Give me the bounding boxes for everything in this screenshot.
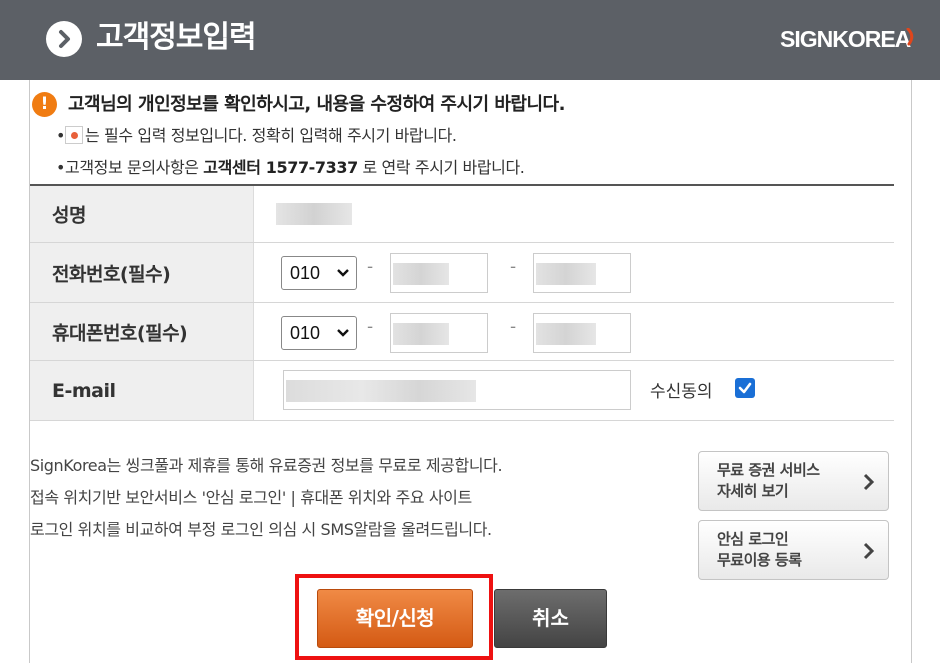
value-cell: 010 - - (254, 243, 894, 302)
customer-info-form: 성명 전화번호(필수) 010 - - 휴대폰번호(필수) 010 - - E-… (30, 184, 894, 421)
notice-heading: 고객님의 개인정보를 확인하시고, 내용을 수정하여 주시기 바랍니다. (68, 94, 565, 115)
free-stock-service-button[interactable]: 무료 증권 서비스 자세히 보기 (698, 451, 889, 511)
email-consent-checkbox[interactable] (735, 378, 755, 398)
phone-last-input[interactable] (533, 253, 631, 293)
notice-contact-info: •고객정보 문의사항은 고객센터 1577-7337 로 연락 주시기 바랍니다… (56, 156, 525, 180)
email-consent-label: 수신동의 (650, 382, 713, 402)
email-input[interactable] (283, 370, 631, 410)
button-label-line: 무료이용 등록 (717, 551, 802, 569)
name-label: 성명 (52, 204, 86, 227)
mobile-dash-2: - (510, 317, 517, 337)
label-cell: 성명 (30, 186, 254, 242)
phone-label: 전화번호(필수) (52, 263, 171, 285)
email-label: E-mail (52, 379, 116, 402)
redacted-value (286, 380, 476, 402)
chevron-down-icon (337, 329, 349, 337)
signkorea-logo: SIGNKOREA (780, 26, 911, 52)
redacted-value (393, 263, 449, 285)
name-value-redacted (276, 203, 352, 225)
info-text-line: SignKorea는 씽크풀과 제휴를 통해 유료증권 정보를 무료로 제공합니… (30, 456, 503, 475)
phone-dash-2: - (510, 257, 517, 277)
info-text-line: 접속 위치기반 보안서비스 '안심 로그인' | 휴대폰 위치와 주요 사이트 (30, 488, 472, 507)
value-cell: 수신동의 (254, 361, 894, 420)
required-mark-icon (65, 126, 84, 144)
secure-login-register-button[interactable]: 안심 로그인 무료이용 등록 (698, 520, 889, 580)
mobile-last-input[interactable] (533, 313, 631, 353)
form-row-phone: 전화번호(필수) 010 - - (30, 243, 894, 303)
phone-area-code-select[interactable]: 010 (281, 256, 357, 290)
notice-required-text: 는 필수 입력 정보입니다. 정확히 입력해 주시기 바랍니다. (85, 126, 457, 145)
checkmark-icon (738, 382, 752, 394)
mobile-area-code-value: 010 (290, 323, 321, 343)
highlight-annotation-box (295, 574, 493, 660)
form-row-mobile: 휴대폰번호(필수) 010 - - (30, 303, 894, 361)
mobile-area-code-select[interactable]: 010 (281, 316, 357, 350)
header-bar: 고객정보입력 SIGNKOREA (0, 0, 940, 80)
redacted-value (536, 323, 596, 345)
frame-border-right (911, 80, 912, 663)
button-label-line: 무료 증권 서비스 (717, 461, 820, 479)
label-cell: 전화번호(필수) (30, 243, 254, 302)
redacted-value (536, 263, 596, 285)
phone-area-code-value: 010 (290, 263, 321, 283)
label-cell: E-mail (30, 361, 254, 420)
warning-icon: ! (32, 92, 57, 117)
page-title: 고객정보입력 (96, 20, 257, 55)
info-text-line: 로그인 위치를 비교하여 부정 로그인 의심 시 SMS알람을 울려드립니다. (30, 520, 492, 539)
label-cell: 휴대폰번호(필수) (30, 303, 254, 360)
notice-contact-prefix: •고객정보 문의사항은 (56, 158, 204, 177)
button-label-line: 자세히 보기 (717, 482, 789, 500)
form-row-name: 성명 (30, 186, 894, 243)
button-label-line: 안심 로그인 (717, 530, 789, 548)
value-cell: 010 - - (254, 303, 894, 360)
bullet: • (56, 126, 66, 145)
notice-contact-suffix: 로 연락 주시기 바랍니다. (357, 158, 525, 177)
phone-dash-1: - (367, 257, 374, 277)
mobile-dash-1: - (367, 317, 374, 337)
mobile-middle-input[interactable] (390, 313, 488, 353)
chevron-right-icon (863, 542, 875, 560)
notice-required-info: • 는 필수 입력 정보입니다. 정확히 입력해 주시기 바랍니다. (56, 124, 457, 148)
logo-mark-icon (906, 28, 914, 46)
phone-middle-input[interactable] (390, 253, 488, 293)
cancel-button[interactable]: 취소 (494, 589, 607, 648)
chevron-down-icon (337, 269, 349, 277)
value-cell (254, 186, 894, 242)
button-label: 안심 로그인 무료이용 등록 (717, 529, 802, 571)
button-label: 무료 증권 서비스 자세히 보기 (717, 460, 820, 502)
mobile-label: 휴대폰번호(필수) (52, 322, 188, 344)
form-row-email: E-mail 수신동의 (30, 361, 894, 421)
chevron-right-icon (863, 473, 875, 491)
chevron-right-circle-icon (46, 21, 82, 57)
customer-center-number: 고객센터 1577-7337 (203, 158, 358, 177)
redacted-value (393, 323, 449, 345)
